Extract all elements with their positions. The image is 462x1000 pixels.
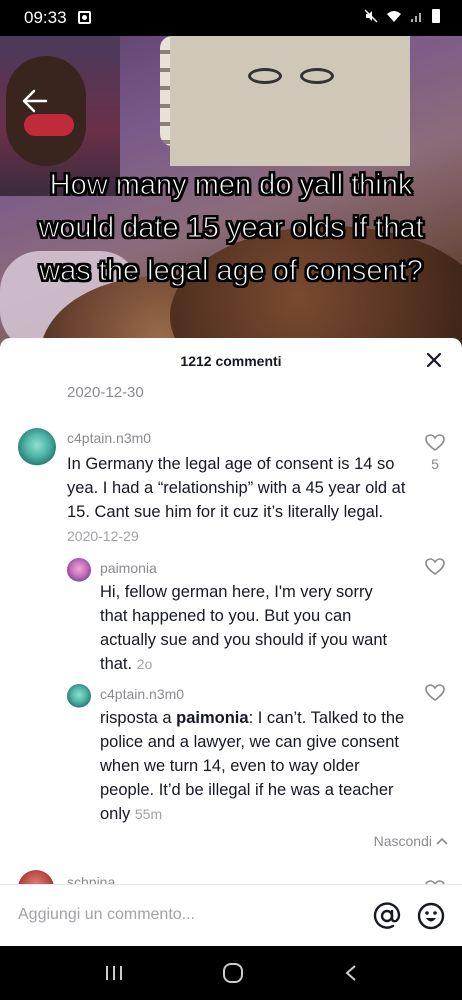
comment-timestamp: 2o	[136, 656, 153, 672]
close-icon[interactable]	[426, 352, 442, 368]
system-nav-bar	[0, 946, 462, 1000]
video-background[interactable]: How many men do yall think would date 15…	[0, 36, 462, 350]
home-icon[interactable]	[222, 962, 244, 984]
comment-text: In Germany the legal age of consent is 1…	[67, 452, 417, 548]
comment-body: In Germany the legal age of consent is 1…	[67, 455, 406, 521]
comment-input-bar: Aggiungi un commento...	[0, 884, 462, 946]
poster-art	[170, 36, 410, 166]
comment-timestamp: 55m	[134, 806, 163, 822]
comment-item: c4ptain.n3m0 In Germany the legal age of…	[0, 424, 462, 544]
comment-text: risposta a paimonia: I can’t. Talked to …	[100, 706, 418, 826]
video-caption-overlay: How many men do yall think would date 15…	[38, 169, 424, 288]
comment-timestamp: 2020-12-29	[67, 528, 139, 544]
comments-count-title: 1212 commenti	[180, 353, 282, 369]
comment-input[interactable]: Aggiungi un commento...	[18, 906, 195, 924]
signal-icon	[411, 13, 421, 22]
heart-icon[interactable]	[425, 434, 445, 452]
avatar[interactable]	[67, 684, 91, 708]
hide-replies-label: Nascondi	[373, 833, 432, 849]
avatar[interactable]	[67, 558, 91, 582]
status-bar: 09:33	[0, 0, 462, 36]
reply-prefix: risposta a	[100, 709, 172, 727]
chevron-up-icon	[436, 837, 448, 845]
comment-username[interactable]: paimonia	[100, 560, 157, 576]
status-time: 09:33	[24, 8, 67, 27]
comments-header: 1212 commenti	[0, 338, 462, 384]
comment-username[interactable]: c4ptain.n3m0	[67, 430, 151, 446]
heart-icon[interactable]	[425, 684, 445, 702]
system-back-icon[interactable]	[344, 964, 358, 982]
back-arrow-icon[interactable]	[22, 88, 48, 114]
hide-replies-button[interactable]: Nascondi	[374, 833, 448, 849]
at-mention-icon[interactable]	[372, 901, 402, 931]
reply-item: c4ptain.n3m0 risposta a paimonia: I can’…	[0, 682, 462, 832]
like-count: 5	[431, 456, 439, 472]
mention-link[interactable]: paimonia	[176, 709, 248, 727]
avatar[interactable]	[18, 428, 56, 466]
status-icons	[364, 9, 440, 23]
reply-item: paimonia Hi, fellow german here, I'm ver…	[0, 556, 462, 676]
recent-apps-icon[interactable]	[104, 964, 124, 982]
notification-icon	[78, 11, 91, 24]
battery-icon	[432, 9, 440, 23]
previous-comment-date: 2020-12-30	[67, 384, 144, 401]
heart-icon[interactable]	[425, 558, 445, 576]
wifi-icon	[387, 11, 401, 22]
emoji-icon[interactable]	[416, 901, 446, 931]
comments-sheet: 1212 commenti 2020-12-30 c4ptain.n3m0 In…	[0, 338, 462, 946]
comment-text: Hi, fellow german here, I'm very sorry t…	[100, 580, 400, 676]
mute-icon	[364, 9, 378, 23]
comment-username[interactable]: c4ptain.n3m0	[100, 686, 184, 702]
